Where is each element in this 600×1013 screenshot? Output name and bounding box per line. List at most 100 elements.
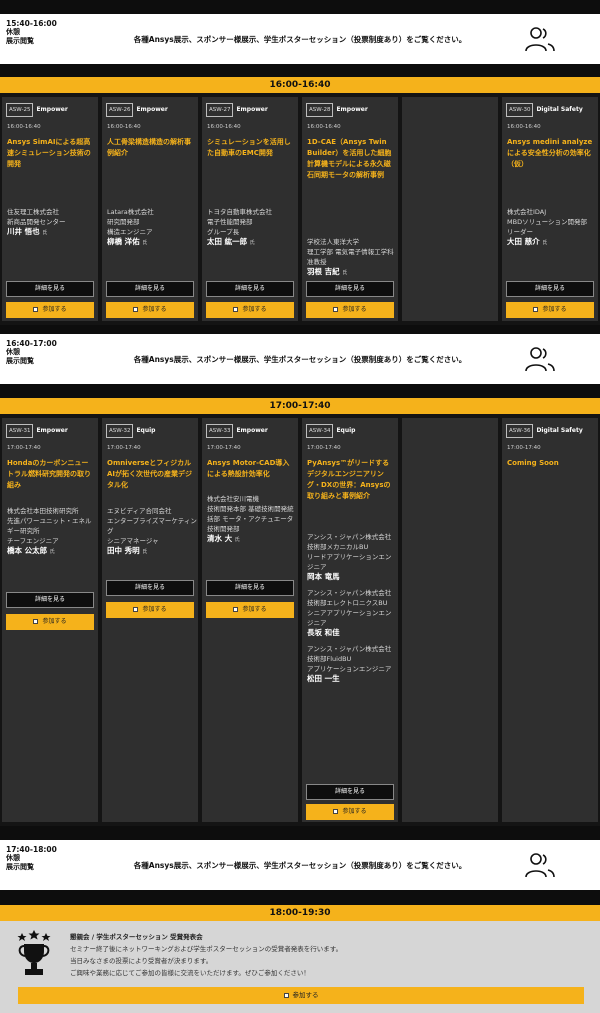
detail-button[interactable]: 詳細を見る	[6, 592, 94, 608]
join-button[interactable]: 参加する	[106, 602, 194, 618]
join-button[interactable]: 参加する	[306, 302, 394, 318]
session-time: 16:00-16:40	[7, 124, 41, 130]
join-button[interactable]: 参加する	[506, 302, 594, 318]
detail-button[interactable]: 詳細を見る	[506, 281, 594, 297]
speaker-info: エヌビディア合同会社 エンタープライズマーケティング シニアマネージャ 田中 秀…	[107, 506, 197, 557]
speaker-name-text: 橋本 公太郎	[7, 546, 48, 555]
join-label: 参加する	[242, 306, 267, 313]
break-description: 各種Ansys展示、スポンサー様展示、学生ポスターセッション（投票制度あり）をご…	[133, 35, 467, 44]
session-card: ASW-28 Empower 16:00-16:40 1D-CAE（Ansys T…	[302, 97, 398, 321]
speaker-suffix: 氏	[49, 549, 55, 555]
speaker-org: アンシス・ジャパン株式会社	[307, 533, 392, 541]
speaker-org: 構造エンジニア	[107, 228, 153, 236]
speaker-info: 株式会社安川電機 技術開発本部 基礎技術開発統括部 モータ・アクチュエータ技術開…	[207, 494, 297, 545]
session-card: ASW-32 Equip 17:00-17:40 OmniverseとフィジカルA…	[102, 418, 198, 822]
join-label: 参加する	[42, 618, 67, 625]
detail-button[interactable]: 詳細を見る	[306, 784, 394, 800]
speaker-name: 羽根 吉紀 氏	[307, 267, 397, 278]
detail-button[interactable]: 詳細を見る	[206, 281, 294, 297]
join-label: 参加する	[542, 306, 567, 313]
session-time: 16:00-16:40	[107, 124, 141, 130]
detail-button[interactable]: 詳細を見る	[306, 281, 394, 297]
speaker-name-text: 田中 秀明	[107, 546, 140, 555]
speaker-org: シニアマネージャ	[107, 537, 159, 545]
checkbox-icon[interactable]	[133, 607, 139, 612]
speaker-name-text: 川井 悟也	[7, 227, 40, 236]
session-title[interactable]: シミュレーションを活用した自動車のEMC開発	[207, 137, 295, 159]
speaker-org: 技術部FluidBU	[307, 655, 352, 663]
speaker-org: 准教授	[307, 258, 327, 266]
speaker-org: 技術開発本部 基礎技術開発統括部 モータ・アクチュエータ技術開発部	[207, 505, 294, 533]
checkbox-icon[interactable]	[233, 307, 239, 312]
session-title[interactable]: Ansys SimAIによる超高速シミュレーション技術の開発	[7, 137, 95, 170]
session-time: 17:00-17:40	[307, 445, 341, 451]
session-title[interactable]: Ansys medini analyzeによる安全性分析の効率化（仮）	[507, 137, 595, 170]
join-button[interactable]: 参加する	[106, 302, 194, 318]
join-label: 参加する	[342, 306, 367, 313]
checkbox-icon[interactable]	[33, 619, 39, 624]
join-button[interactable]: 参加する	[6, 302, 94, 318]
speaker-name: 太田 紘一郎 氏	[207, 237, 297, 248]
break-description: 各種Ansys展示、スポンサー様展示、学生ポスターセッション（投票制度あり）をご…	[133, 861, 467, 870]
session-title[interactable]: Coming Soon	[507, 458, 595, 469]
speaker-name: 柳橋 洋佑 氏	[107, 237, 197, 248]
checkbox-icon[interactable]	[533, 307, 539, 312]
session-track: Digital Safety	[536, 427, 583, 434]
join-button[interactable]: 参加する	[206, 302, 294, 318]
speaker-org: 技術部メカニカルBU	[307, 543, 369, 551]
break-row: 17:40-18:00 休憩 展示閲覧 各種Ansys展示、スポンサー様展示、学…	[0, 840, 600, 890]
join-button[interactable]: 参加する	[206, 602, 294, 618]
speaker-name: 長坂 和佳	[307, 628, 340, 637]
join-button[interactable]: 参加する	[6, 614, 94, 630]
join-button[interactable]: 参加する	[18, 987, 584, 1004]
award-title: 懇親会 / 学生ポスターセッション 受賞発表会	[70, 933, 203, 941]
speaker-org: グループ長	[207, 228, 240, 236]
detail-button[interactable]: 詳細を見る	[6, 281, 94, 297]
session-grid: ASW-25 Empower 16:00-16:40 Ansys SimAIによる…	[0, 93, 600, 325]
speaker-name-text: 大田 慈介	[507, 237, 540, 246]
time-slot-header: 18:00-19:30	[0, 905, 600, 921]
join-button[interactable]: 参加する	[306, 804, 394, 820]
session-title[interactable]: 人工骨梁構造構造の解析事例紹介	[107, 137, 195, 159]
session-track: Empower	[336, 106, 368, 113]
session-title[interactable]: PyAnsys™がリードするデジタルエンジニアリング・DXの世界：Ansysの取…	[307, 458, 395, 502]
empty-card	[402, 418, 498, 822]
speaker-org: シニアアプリケーションエンジニア	[307, 609, 392, 627]
break-time-label: 17:40-18:00	[6, 845, 57, 854]
session-code: ASW-32	[106, 424, 134, 438]
detail-button[interactable]: 詳細を見る	[106, 281, 194, 297]
session-track: Equip	[136, 427, 156, 434]
detail-button[interactable]: 詳細を見る	[106, 580, 194, 596]
checkbox-icon[interactable]	[333, 809, 339, 814]
join-label: 参加する	[142, 306, 167, 313]
speaker-name: 橋本 公太郎 氏	[7, 546, 97, 557]
break-row: 15:40-16:00 休憩 展示閲覧 各種Ansys展示、スポンサー様展示、学…	[0, 14, 600, 64]
session-time: 16:00-16:40	[207, 124, 241, 130]
session-card: ASW-36 Digital Safety 17:00-17:40 Coming …	[502, 418, 598, 822]
session-time: 17:00-17:40	[107, 445, 141, 451]
session-title[interactable]: OmniverseとフィジカルAIが拓く次世代の産業デジタル化	[107, 458, 195, 491]
award-text: セミナー終了後にネットワーキングおよび学生ポスターセッションの受賞者発表を行いま…	[70, 945, 343, 953]
time-slot-header: 17:00-17:40	[0, 398, 600, 414]
session-card: ASW-27 Empower 16:00-16:40 シミュレーションを活用した自…	[202, 97, 298, 321]
speaker-org: 住友理工株式会社	[7, 208, 59, 216]
speaker-org: 株式会社IDAJ	[507, 208, 547, 216]
session-track: Digital Safety	[536, 106, 583, 113]
session-title[interactable]: 1D-CAE（Ansys Twin Builder）を活用した細胞計算機モデルに…	[307, 137, 395, 181]
session-title[interactable]: Ansys Motor-CAD導入による熱設計効率化	[207, 458, 295, 480]
speaker-name: 大田 慈介 氏	[507, 237, 597, 248]
speaker-name: 田中 秀明 氏	[107, 546, 197, 557]
session-title[interactable]: Hondaのカーボンニュートラル燃料研究開発の取り組み	[7, 458, 95, 491]
session-track: Empower	[236, 427, 268, 434]
checkbox-icon[interactable]	[33, 307, 39, 312]
speaker-info: トヨタ自動車株式会社 電子性能開発部 グループ長 太田 紘一郎 氏	[207, 207, 297, 248]
checkbox-icon[interactable]	[133, 307, 139, 312]
speaker-name-text: 柳橋 洋佑	[107, 237, 140, 246]
checkbox-icon[interactable]	[233, 607, 239, 612]
detail-button[interactable]: 詳細を見る	[206, 580, 294, 596]
checkbox-icon[interactable]	[333, 307, 339, 312]
session-grid: ASW-31 Empower 17:00-17:40 Hondaのカーボンニュート…	[0, 414, 600, 826]
speaker-name: 川井 悟也 氏	[7, 227, 97, 238]
speaker-org: MBDソリューション開発部	[507, 218, 587, 226]
checkbox-icon[interactable]	[283, 992, 289, 998]
